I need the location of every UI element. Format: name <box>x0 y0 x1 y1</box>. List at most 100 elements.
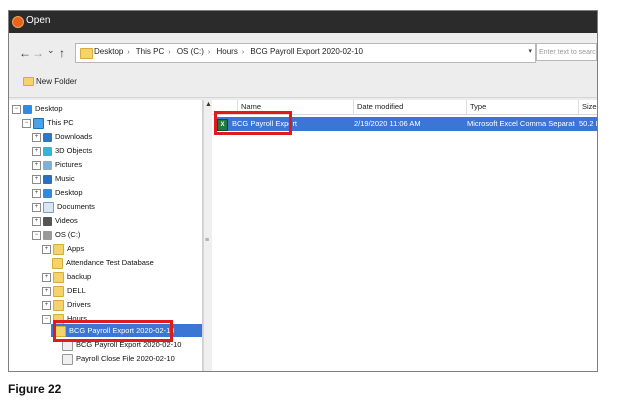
desktop-icon <box>43 188 52 198</box>
new-folder-label: New Folder <box>36 77 77 86</box>
drive-icon <box>43 230 52 240</box>
crumb-os-c[interactable]: OS (C:) <box>177 47 204 56</box>
tree-label: DELL <box>67 286 86 295</box>
crumb-current-folder[interactable]: BCG Payroll Export 2020-02-10 <box>250 47 363 56</box>
crumb-desktop[interactable]: Desktop <box>94 47 123 56</box>
tree-label: backup <box>67 272 92 281</box>
expand-icon[interactable]: + <box>32 188 41 198</box>
expand-icon[interactable]: + <box>32 202 41 212</box>
pc-icon <box>33 117 44 129</box>
downloads-icon <box>43 132 52 142</box>
app-icon <box>12 16 24 28</box>
highlight-box-folder <box>53 320 173 342</box>
tree-label: Pictures <box>55 160 83 169</box>
expand-icon[interactable]: + <box>32 146 41 156</box>
up-arrow-icon[interactable]: ↑ <box>59 46 65 60</box>
folder-icon <box>53 243 64 255</box>
music-icon <box>43 174 52 184</box>
highlight-box-file <box>214 111 292 135</box>
toolbar: New Folder <box>9 71 597 98</box>
tree-label: Documents <box>57 202 95 211</box>
expand-icon[interactable]: + <box>32 160 41 170</box>
tree-label: This PC <box>47 118 74 127</box>
tree-item-attendance-test-database[interactable]: Attendance Test Database <box>52 256 154 269</box>
file-type: Microsoft Excel Comma Separated Val... <box>467 119 575 128</box>
expand-icon[interactable]: + <box>42 272 51 282</box>
crumb-separator-icon[interactable]: › <box>242 49 244 56</box>
tree-label: Payroll Close File 2020-02-10 <box>76 354 175 363</box>
address-dropdown-icon[interactable]: ▾ <box>528 47 532 55</box>
title-bar: Open <box>9 11 597 33</box>
tree-item-documents[interactable]: + Documents <box>32 200 95 213</box>
crumb-separator-icon[interactable]: › <box>127 49 129 56</box>
tree-label: Music <box>55 174 75 183</box>
pictures-icon <box>43 160 52 170</box>
expand-icon[interactable]: + <box>32 174 41 184</box>
tree-item-music[interactable]: + Music <box>32 172 75 185</box>
file-date-modified: 2/19/2020 11:06 AM <box>354 119 421 128</box>
tree-item-payroll-close-file[interactable]: Payroll Close File 2020-02-10 <box>62 352 175 365</box>
tree-label: Drivers <box>67 300 91 309</box>
expand-icon[interactable]: + <box>32 132 41 142</box>
expand-icon[interactable]: + <box>42 286 51 296</box>
search-input[interactable]: Enter text to search... <box>536 43 597 61</box>
open-dialog: Open ← → ⌄ ↑ Desktop › This PC › OS (C:) › … <box>8 10 598 372</box>
back-arrow-icon[interactable]: ← <box>19 46 31 60</box>
documents-icon <box>43 201 54 213</box>
tree-item-this-pc[interactable]: − This PC <box>22 116 74 129</box>
collapse-icon[interactable]: − <box>42 314 51 324</box>
expand-icon[interactable]: + <box>32 216 41 226</box>
folder-icon <box>53 299 64 311</box>
crumb-hours[interactable]: Hours <box>217 47 238 56</box>
crumb-this-pc[interactable]: This PC <box>136 47 164 56</box>
breadcrumb: Desktop › This PC › OS (C:) › Hours › BCG Pa… <box>94 47 363 56</box>
collapse-icon[interactable]: − <box>22 118 31 128</box>
tree-item-backup[interactable]: + backup <box>42 270 91 283</box>
tree-label: Desktop <box>35 104 63 113</box>
tree-item-downloads[interactable]: + Downloads <box>32 130 92 143</box>
tree-item-videos[interactable]: + Videos <box>32 214 78 227</box>
window-title: Open <box>26 15 51 26</box>
desktop-icon <box>23 104 32 114</box>
expand-icon[interactable]: + <box>42 300 51 310</box>
tree-label: 3D Objects <box>55 146 93 155</box>
address-bar[interactable]: Desktop › This PC › OS (C:) › Hours › BCG Pa… <box>75 43 536 63</box>
tree-item-apps[interactable]: + Apps <box>42 242 84 255</box>
folder-icon <box>53 285 64 297</box>
3d-objects-icon <box>43 146 52 156</box>
column-header-type[interactable]: Type <box>466 100 578 114</box>
folder-icon <box>53 271 64 283</box>
folder-icon <box>52 257 63 269</box>
crumb-separator-icon[interactable]: › <box>168 49 170 56</box>
tree-label: Videos <box>55 216 78 225</box>
splitter-grip-icon[interactable]: ≡ <box>205 237 209 244</box>
file-size: 50.2 KB <box>579 119 597 128</box>
new-folder-icon <box>23 77 34 87</box>
tree-item-desktop-pc[interactable]: + Desktop <box>32 186 83 199</box>
collapse-icon[interactable]: − <box>32 230 41 240</box>
column-header-date-modified[interactable]: Date modified <box>353 100 466 114</box>
recent-dropdown-icon[interactable]: ⌄ <box>47 45 55 56</box>
tree-label: Apps <box>67 244 85 253</box>
tree-item-os-c[interactable]: − OS (C:) <box>32 228 80 241</box>
new-folder-button[interactable]: New Folder <box>23 77 77 87</box>
tree-label: Desktop <box>55 188 83 197</box>
collapse-icon[interactable]: − <box>12 104 21 114</box>
tree-label: Attendance Test Database <box>66 258 154 267</box>
scroll-up-icon[interactable]: ▲ <box>205 101 212 108</box>
column-header-size[interactable]: Size <box>578 100 597 114</box>
folder-icon <box>80 48 93 59</box>
expand-icon[interactable]: + <box>42 244 51 254</box>
forward-arrow-icon[interactable]: → <box>32 46 44 60</box>
tree-item-drivers[interactable]: + Drivers <box>42 298 91 311</box>
tree-label: Downloads <box>55 132 93 141</box>
videos-icon <box>43 216 52 226</box>
file-icon <box>62 353 73 365</box>
address-row: ← → ⌄ ↑ Desktop › This PC › OS (C:) › Hours… <box>9 33 597 71</box>
tree-item-3d-objects[interactable]: +3D Objects <box>32 144 92 157</box>
tree-item-desktop[interactable]: − Desktop <box>12 102 63 115</box>
tree-item-dell[interactable]: + DELL <box>42 284 86 297</box>
file-list-pane[interactable]: Name Date modified Type Size X BCG Payro… <box>212 100 597 371</box>
tree-item-pictures[interactable]: + Pictures <box>32 158 82 171</box>
crumb-separator-icon[interactable]: › <box>208 49 210 56</box>
